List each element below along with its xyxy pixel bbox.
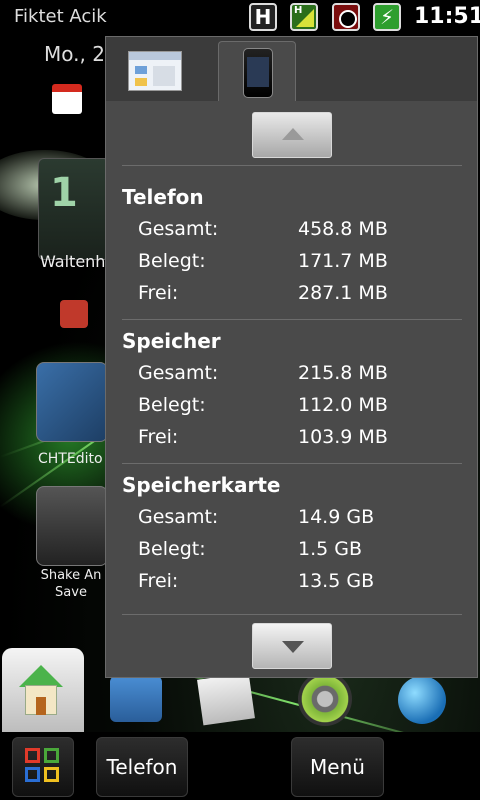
panel-tab-bar bbox=[106, 37, 477, 101]
weather-location-label: Waltenh bbox=[40, 252, 106, 271]
section-title-speicher: Speicher bbox=[122, 329, 221, 353]
home-header-text: Fiktet Acik bbox=[14, 6, 107, 27]
row-label: Gesamt: bbox=[138, 362, 219, 384]
scroll-down-button[interactable] bbox=[252, 623, 332, 669]
row-value: 13.5 GB bbox=[298, 570, 375, 592]
row-label: Belegt: bbox=[138, 250, 206, 272]
row-value: 1.5 GB bbox=[298, 538, 363, 560]
network-h-icon[interactable]: H bbox=[249, 3, 277, 31]
row-label: Frei: bbox=[138, 426, 179, 448]
section-title-speicherkarte: Speicherkarte bbox=[122, 473, 281, 497]
sound-icon[interactable] bbox=[332, 3, 360, 31]
settings-gear-icon[interactable] bbox=[298, 672, 352, 726]
scroll-up-button[interactable] bbox=[252, 112, 332, 158]
menu-softkey[interactable]: Menü bbox=[291, 737, 384, 797]
home-date-text: Mo., 2 bbox=[44, 42, 105, 66]
signal-strength-icon[interactable]: H bbox=[290, 3, 318, 31]
battery-charging-icon[interactable]: ⚡ bbox=[373, 3, 401, 31]
telefon-softkey[interactable]: Telefon bbox=[96, 737, 188, 797]
memory-info-panel: Telefon Gesamt: 458.8 MB Belegt: 171.7 M… bbox=[105, 36, 478, 678]
app-tile-shake-and-save[interactable] bbox=[36, 486, 108, 566]
home-icon bbox=[19, 665, 63, 717]
phone-device-icon bbox=[243, 48, 273, 98]
mail-icon[interactable] bbox=[197, 672, 255, 726]
row-label: Frei: bbox=[138, 282, 179, 304]
row-value: 458.8 MB bbox=[298, 218, 388, 240]
row-value: 14.9 GB bbox=[298, 506, 375, 528]
windows-start-icon bbox=[25, 748, 61, 784]
section-title-telefon: Telefon bbox=[122, 185, 204, 209]
row-value: 103.9 MB bbox=[298, 426, 388, 448]
divider bbox=[122, 463, 462, 464]
row-label: Gesamt: bbox=[138, 218, 219, 240]
tab-running-programs[interactable] bbox=[116, 41, 194, 101]
clock-widget-digit: 1 bbox=[50, 170, 78, 216]
app-label-chteditor: CHTEdito bbox=[38, 451, 103, 467]
divider bbox=[122, 319, 462, 320]
app-label-shake-and-save: Shake An Save bbox=[40, 568, 102, 600]
divider bbox=[122, 614, 462, 615]
row-label: Belegt: bbox=[138, 394, 206, 416]
divider bbox=[122, 165, 462, 166]
row-value: 215.8 MB bbox=[298, 362, 388, 384]
photos-icon[interactable] bbox=[110, 676, 162, 722]
row-label: Gesamt: bbox=[138, 506, 219, 528]
download-icon[interactable] bbox=[60, 300, 88, 328]
chevron-down-icon bbox=[282, 641, 304, 653]
tab-memory[interactable] bbox=[218, 41, 296, 101]
chevron-up-icon bbox=[282, 128, 304, 140]
row-value: 171.7 MB bbox=[298, 250, 388, 272]
app-tile-chteditor[interactable] bbox=[36, 362, 108, 442]
row-label: Belegt: bbox=[138, 538, 206, 560]
row-value: 112.0 MB bbox=[298, 394, 388, 416]
programs-list-icon bbox=[128, 51, 182, 91]
calendar-icon[interactable] bbox=[52, 84, 82, 114]
row-value: 287.1 MB bbox=[298, 282, 388, 304]
clock-time[interactable]: 11:51 bbox=[414, 4, 480, 29]
internet-globe-icon[interactable] bbox=[398, 676, 446, 724]
row-label: Frei: bbox=[138, 570, 179, 592]
signal-bars-icon bbox=[296, 9, 314, 27]
